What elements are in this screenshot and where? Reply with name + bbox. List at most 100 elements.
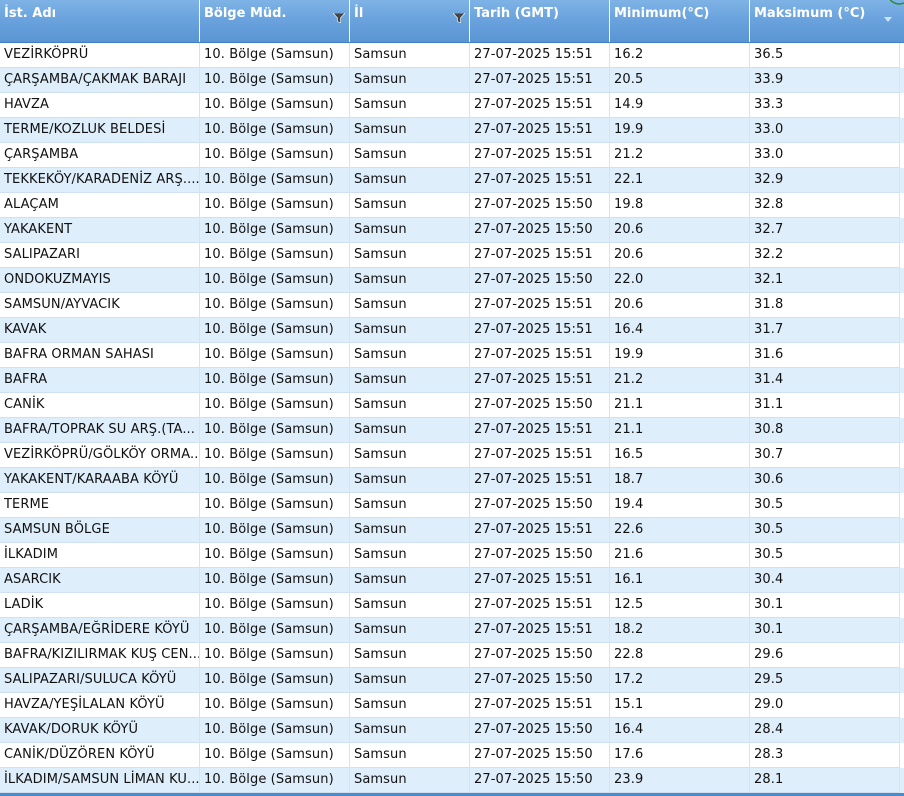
cell-station: İLKADIM: [0, 543, 200, 568]
col-header-maximum[interactable]: Maksimum (°C): [750, 0, 900, 42]
cell-province: Samsun: [350, 493, 470, 518]
table-row[interactable]: TEKKEKÖY/KARADENİZ ARŞ.... 10. Bölge (Sam…: [0, 168, 904, 193]
table-row[interactable]: BAFRA 10. Bölge (Samsun) Samsun 27-07-2025 …: [0, 368, 904, 393]
cell-province: Samsun: [350, 243, 470, 268]
table-row[interactable]: LADİK 10. Bölge (Samsun) Samsun 27-07-2025 …: [0, 593, 904, 618]
cell-maximum: 31.6: [750, 343, 900, 368]
table-row[interactable]: ÇARŞAMBA/ÇAKMAK BARAJI 10. Bölge (Samsun)…: [0, 68, 904, 93]
cell-province: Samsun: [350, 268, 470, 293]
cell-minimum: 19.9: [610, 118, 750, 143]
cell-province: Samsun: [350, 343, 470, 368]
cell-minimum: 22.0: [610, 268, 750, 293]
table-row[interactable]: YAKAKENT 10. Bölge (Samsun) Samsun 27-07-20…: [0, 218, 904, 243]
cell-maximum: 28.4: [750, 718, 900, 743]
cell-station: YAKAKENT/KARAABA KÖYÜ: [0, 468, 200, 493]
cell-station: ALAÇAM: [0, 193, 200, 218]
table-row[interactable]: ONDOKUZMAYIS 10. Bölge (Samsun) Samsun 27-0…: [0, 268, 904, 293]
cell-region: 10. Bölge (Samsun): [200, 518, 350, 543]
cell-date: 27-07-2025 15:50: [470, 668, 610, 693]
cell-station: SAMSUN/AYVACIK: [0, 293, 200, 318]
table-row[interactable]: SAMSUN BÖLGE 10. Bölge (Samsun) Samsun 27-0…: [0, 518, 904, 543]
table-row[interactable]: SALIPAZARI/SULUCA KÖYÜ 10. Bölge (Samsun)…: [0, 668, 904, 693]
cell-minimum: 19.8: [610, 193, 750, 218]
cell-date: 27-07-2025 15:51: [470, 68, 610, 93]
table-row[interactable]: BAFRA/TOPRAK SU ARŞ.(TA... 10. Bölge (Sam…: [0, 418, 904, 443]
cell-maximum: 30.7: [750, 443, 900, 468]
col-header-date[interactable]: Tarih (GMT): [470, 0, 610, 42]
table-row[interactable]: ÇARŞAMBA/EĞRİDERE KÖYÜ 10. Bölge (Samsun)…: [0, 618, 904, 643]
table-row[interactable]: İLKADIM/SAMSUN LİMAN KU... 10. Bölge (Sam…: [0, 768, 904, 793]
cell-minimum: 18.7: [610, 468, 750, 493]
cell-date: 27-07-2025 15:51: [470, 618, 610, 643]
table-row[interactable]: VEZİRKÖPRÜ 10. Bölge (Samsun) Samsun 27-07-…: [0, 43, 904, 68]
cell-station: TERME: [0, 493, 200, 518]
table-row[interactable]: VEZİRKÖPRÜ/GÖLKÖY ORMA... 10. Bölge (Sams…: [0, 443, 904, 468]
table-row[interactable]: ÇARŞAMBA 10. Bölge (Samsun) Samsun 27-07-20…: [0, 143, 904, 168]
col-header-label: Minimum(°C): [614, 6, 710, 21]
cell-date: 27-07-2025 15:50: [470, 493, 610, 518]
cell-maximum: 30.1: [750, 593, 900, 618]
table-row[interactable]: CANİK/DÜZÖREN KÖYÜ 10. Bölge (Samsun) Sams…: [0, 743, 904, 768]
sort-desc-icon[interactable]: [884, 17, 892, 22]
cell-date: 27-07-2025 15:51: [470, 368, 610, 393]
corner-marker-icon: [890, 0, 904, 5]
cell-date: 27-07-2025 15:51: [470, 418, 610, 443]
table-row[interactable]: KAVAK/DORUK KÖYÜ 10. Bölge (Samsun) Samsun…: [0, 718, 904, 743]
cell-province: Samsun: [350, 693, 470, 718]
table-row[interactable]: SAMSUN/AYVACIK 10. Bölge (Samsun) Samsun 27…: [0, 293, 904, 318]
cell-minimum: 20.6: [610, 243, 750, 268]
cell-province: Samsun: [350, 643, 470, 668]
filter-icon[interactable]: [453, 13, 465, 23]
cell-province: Samsun: [350, 618, 470, 643]
cell-province: Samsun: [350, 668, 470, 693]
cell-region: 10. Bölge (Samsun): [200, 143, 350, 168]
table-row[interactable]: HAVZA 10. Bölge (Samsun) Samsun 27-07-2025 …: [0, 93, 904, 118]
table-row[interactable]: SALIPAZARI 10. Bölge (Samsun) Samsun 27-07-…: [0, 243, 904, 268]
table-row[interactable]: BAFRA ORMAN SAHASI 10. Bölge (Samsun) Sams…: [0, 343, 904, 368]
filter-icon[interactable]: [333, 13, 345, 23]
cell-date: 27-07-2025 15:51: [470, 43, 610, 68]
cell-station: SAMSUN BÖLGE: [0, 518, 200, 543]
table-row[interactable]: CANİK 10. Bölge (Samsun) Samsun 27-07-2025 …: [0, 393, 904, 418]
cell-minimum: 21.1: [610, 393, 750, 418]
col-header-region[interactable]: Bölge Müd.: [200, 0, 350, 42]
cell-region: 10. Bölge (Samsun): [200, 343, 350, 368]
table-row[interactable]: ALAÇAM 10. Bölge (Samsun) Samsun 27-07-2025…: [0, 193, 904, 218]
cell-minimum: 19.9: [610, 343, 750, 368]
cell-minimum: 21.2: [610, 143, 750, 168]
table-row[interactable]: ASARCIK 10. Bölge (Samsun) Samsun 27-07-202…: [0, 568, 904, 593]
col-header-station[interactable]: İst. Adı: [0, 0, 200, 42]
cell-region: 10. Bölge (Samsun): [200, 393, 350, 418]
cell-province: Samsun: [350, 43, 470, 68]
cell-maximum: 33.0: [750, 143, 900, 168]
cell-province: Samsun: [350, 568, 470, 593]
cell-region: 10. Bölge (Samsun): [200, 568, 350, 593]
table-row[interactable]: TERME/KOZLUK BELDESİ 10. Bölge (Samsun) Sa…: [0, 118, 904, 143]
table-row[interactable]: BAFRA/KIZILIRMAK KUŞ CEN... 10. Bölge (Sa…: [0, 643, 904, 668]
cell-date: 27-07-2025 15:50: [470, 218, 610, 243]
table-row[interactable]: TERME 10. Bölge (Samsun) Samsun 27-07-2025 …: [0, 493, 904, 518]
cell-region: 10. Bölge (Samsun): [200, 218, 350, 243]
table-row[interactable]: HAVZA/YEŞİLALAN KÖYÜ 10. Bölge (Samsun) Sa…: [0, 693, 904, 718]
table-row[interactable]: İLKADIM 10. Bölge (Samsun) Samsun 27-07-202…: [0, 543, 904, 568]
col-header-minimum[interactable]: Minimum(°C): [610, 0, 750, 42]
cell-province: Samsun: [350, 118, 470, 143]
cell-maximum: 31.7: [750, 318, 900, 343]
cell-date: 27-07-2025 15:51: [470, 293, 610, 318]
cell-region: 10. Bölge (Samsun): [200, 243, 350, 268]
cell-station: BAFRA ORMAN SAHASI: [0, 343, 200, 368]
stations-grid: İst. Adı Bölge Müd. İl Tarih (GMT) Minim…: [0, 0, 904, 796]
cell-station: ONDOKUZMAYIS: [0, 268, 200, 293]
cell-maximum: 30.5: [750, 493, 900, 518]
table-row[interactable]: KAVAK 10. Bölge (Samsun) Samsun 27-07-2025 …: [0, 318, 904, 343]
cell-minimum: 18.2: [610, 618, 750, 643]
cell-minimum: 16.2: [610, 43, 750, 68]
table-row[interactable]: YAKAKENT/KARAABA KÖYÜ 10. Bölge (Samsun) S…: [0, 468, 904, 493]
cell-minimum: 19.4: [610, 493, 750, 518]
cell-region: 10. Bölge (Samsun): [200, 68, 350, 93]
cell-date: 27-07-2025 15:51: [470, 443, 610, 468]
col-header-province[interactable]: İl: [350, 0, 470, 42]
cell-maximum: 29.6: [750, 643, 900, 668]
cell-date: 27-07-2025 15:50: [470, 643, 610, 668]
cell-minimum: 16.4: [610, 318, 750, 343]
